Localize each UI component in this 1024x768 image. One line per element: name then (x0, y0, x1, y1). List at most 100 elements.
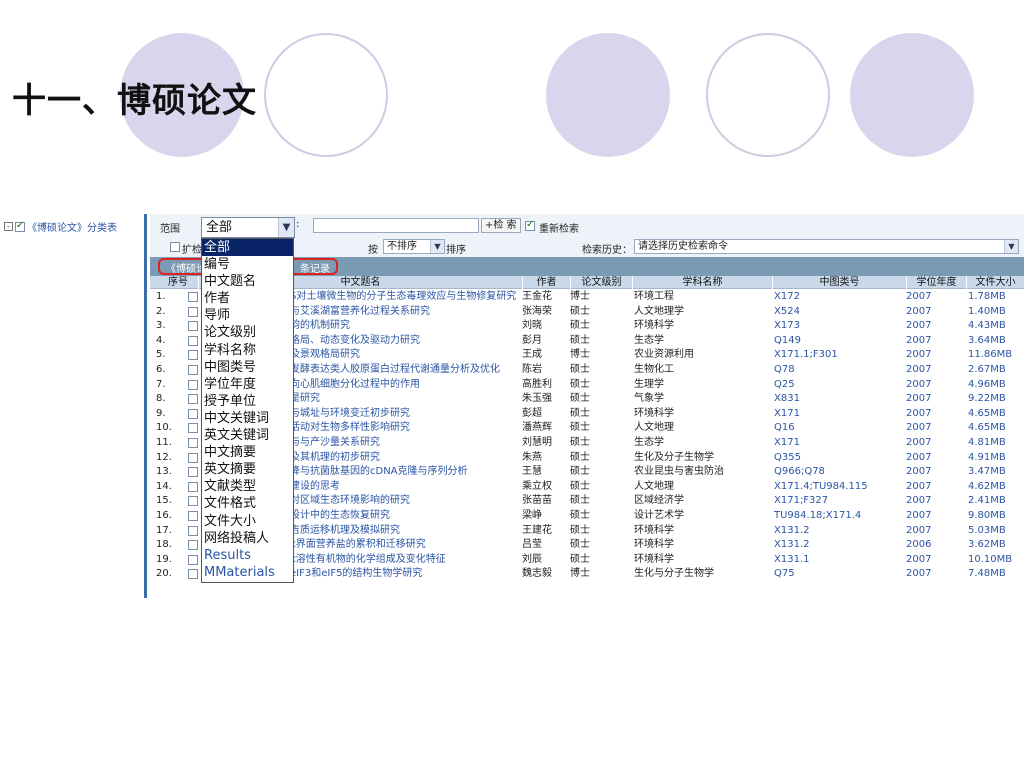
row-title[interactable]: 是研究 (290, 392, 522, 406)
expand-checkbox[interactable] (170, 242, 180, 252)
row-checkbox[interactable] (188, 306, 198, 317)
range-option[interactable]: MMaterials (202, 564, 293, 581)
col-header-author[interactable]: 作者 (522, 276, 570, 289)
range-option[interactable]: 网络投稿人 (202, 530, 293, 547)
row-class[interactable]: Q966;Q78 (774, 465, 904, 479)
chevron-down-icon[interactable]: ▼ (1004, 240, 1018, 253)
tree-root-item[interactable]: - 《博硕论文》分类表 (4, 219, 117, 234)
row-title[interactable]: 降与抗菌肽基因的cDNA克隆与序列分析 (290, 465, 522, 479)
row-checkbox[interactable] (188, 394, 198, 405)
row-checkbox[interactable] (188, 292, 198, 302)
range-option[interactable]: 作者 (202, 290, 293, 307)
row-class[interactable]: TU984.18;X171.4 (774, 509, 904, 523)
row-title[interactable]: 及景观格局研究 (290, 348, 522, 362)
row-title[interactable]: 与艾溪湖富营养化过程关系研究 (290, 305, 522, 319)
row-checkbox[interactable] (188, 554, 198, 565)
row-checkbox[interactable] (188, 437, 198, 448)
range-select[interactable]: 全部 ▼ (201, 217, 295, 238)
row-title[interactable]: 格局、动态变化及驱动力研究 (290, 334, 522, 348)
row-class[interactable]: X171.1;F301 (774, 348, 904, 362)
range-option[interactable]: 中文摘要 (202, 444, 293, 461)
research-checkbox[interactable] (525, 219, 535, 231)
row-title[interactable]: k溶性有机物的化学组成及变化特征 (290, 553, 522, 567)
col-header-level[interactable]: 论文级别 (570, 276, 632, 289)
row-checkbox[interactable] (188, 569, 198, 580)
col-header-year[interactable]: 学位年度 (906, 276, 966, 289)
col-header-subject[interactable]: 学科名称 (632, 276, 772, 289)
row-class[interactable]: Q16 (774, 421, 904, 435)
row-class[interactable]: X524 (774, 305, 904, 319)
row-title[interactable]: 与城址与环境变迁初步研究 (290, 407, 522, 421)
range-option[interactable]: 全部 (202, 239, 293, 257)
range-option[interactable]: 文件格式 (202, 495, 293, 512)
range-option[interactable]: 学科名称 (202, 342, 293, 359)
banner-db-label[interactable]: 《博硕论 (166, 260, 206, 275)
col-header-size[interactable]: 文件大小 (966, 276, 1024, 289)
search-button[interactable]: +检 索 (481, 218, 521, 233)
row-checkbox[interactable] (188, 379, 198, 390)
row-checkbox[interactable] (188, 452, 198, 463)
sort-select[interactable]: 不排序 ▼ (383, 239, 445, 254)
row-class[interactable]: X831 (774, 392, 904, 406)
chevron-down-icon[interactable]: ▼ (430, 240, 444, 253)
range-option[interactable]: 文献类型 (202, 478, 293, 495)
row-checkbox[interactable] (188, 321, 198, 332)
row-title[interactable]: 建设的思考 (290, 480, 522, 494)
row-title[interactable]: 发酵表达类人胶原蛋白过程代谢通量分析及优化 (290, 363, 522, 377)
col-header-class[interactable]: 中图类号 (772, 276, 906, 289)
row-class[interactable]: X171 (774, 407, 904, 421)
row-checkbox[interactable] (188, 350, 198, 361)
range-option[interactable]: 文件大小 (202, 513, 293, 530)
range-option[interactable]: 导师 (202, 307, 293, 324)
row-title[interactable]: 吉质运移机理及模拟研究 (290, 524, 522, 538)
row-checkbox[interactable] (188, 467, 198, 478)
chevron-down-icon[interactable]: ▼ (278, 218, 294, 237)
search-input[interactable] (313, 218, 479, 233)
row-class[interactable]: X131.1 (774, 553, 904, 567)
range-option[interactable]: 论文级别 (202, 324, 293, 341)
range-option[interactable]: 中文关键词 (202, 410, 293, 427)
row-class[interactable]: Q149 (774, 334, 904, 348)
range-option[interactable]: 学位年度 (202, 376, 293, 393)
range-option[interactable]: 编号 (202, 256, 293, 273)
row-class[interactable]: X172 (774, 290, 904, 304)
row-title[interactable]: 韵的机制研究 (290, 319, 522, 333)
row-class[interactable]: Q75 (774, 567, 904, 581)
col-header-no[interactable]: 序号 (158, 276, 198, 289)
row-class[interactable]: Q355 (774, 451, 904, 465)
row-title[interactable]: 及其机理的初步研究 (290, 451, 522, 465)
row-class[interactable]: Q25 (774, 378, 904, 392)
tree-root-label[interactable]: 《博硕论文》分类表 (27, 219, 117, 234)
range-option[interactable]: 中文题名 (202, 273, 293, 290)
row-class[interactable]: X171.4;TU984.115 (774, 480, 904, 494)
row-title[interactable]: 活动对生物多样性影响研究 (290, 421, 522, 435)
range-option[interactable]: 中图类号 (202, 359, 293, 376)
row-title[interactable]: 对区域生态环境影响的研究 (290, 494, 522, 508)
row-class[interactable]: X131.2 (774, 524, 904, 538)
row-class[interactable]: X131.2 (774, 538, 904, 552)
row-title[interactable]: k界面营养盐的累积和迁移研究 (290, 538, 522, 552)
row-checkbox[interactable] (188, 364, 198, 375)
row-checkbox[interactable] (188, 335, 198, 346)
row-class[interactable]: Q78 (774, 363, 904, 377)
range-option[interactable]: 授予单位 (202, 393, 293, 410)
history-select[interactable]: 请选择历史检索命令 ▼ (634, 239, 1019, 254)
row-title[interactable]: eIF3和eIF5的结构生物学研究 (290, 567, 522, 581)
range-option[interactable]: Results (202, 547, 293, 564)
row-title[interactable]: 设计中的生态恢复研究 (290, 509, 522, 523)
row-checkbox[interactable] (188, 540, 198, 551)
row-checkbox[interactable] (188, 510, 198, 521)
row-title[interactable]: 与与产沙量关系研究 (290, 436, 522, 450)
collapse-toggle-icon[interactable]: - (4, 222, 13, 231)
row-checkbox[interactable] (188, 481, 198, 492)
row-checkbox[interactable] (188, 525, 198, 536)
row-title[interactable]: S对土壤微生物的分子生态毒理效应与生物修复研究 (290, 290, 522, 304)
row-class[interactable]: X171 (774, 436, 904, 450)
range-option[interactable]: 英文摘要 (202, 461, 293, 478)
range-option[interactable]: 英文关键词 (202, 427, 293, 444)
row-checkbox[interactable] (188, 408, 198, 419)
row-class[interactable]: X173 (774, 319, 904, 333)
tree-checkbox[interactable] (15, 220, 25, 232)
row-checkbox[interactable] (188, 496, 198, 507)
row-checkbox[interactable] (188, 423, 198, 434)
